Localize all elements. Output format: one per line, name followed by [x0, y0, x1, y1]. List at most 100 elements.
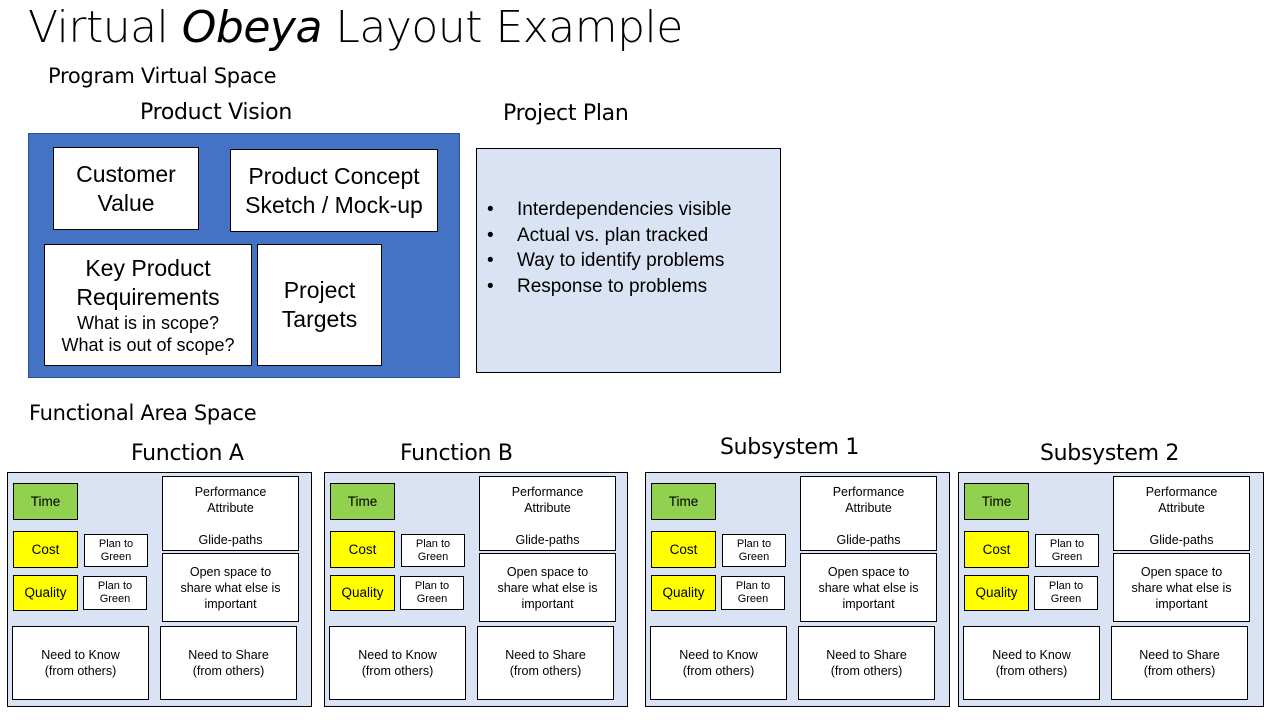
- time-status: Time: [330, 483, 395, 520]
- box-line: Green: [417, 550, 449, 563]
- performance-box: Performance Attribute Glide-paths: [800, 476, 937, 551]
- box-line: Need to Know: [41, 648, 120, 662]
- panel-title: Function B: [400, 441, 513, 466]
- cost-plan-to-green: Plan to Green: [722, 534, 786, 567]
- box-line: Performance: [194, 485, 267, 499]
- project-plan-board: • Interdependencies visible • Actual vs. p…: [476, 148, 781, 373]
- box-line: important: [842, 596, 895, 611]
- box-line: Attribute: [1158, 501, 1205, 515]
- box-line: Open space to: [1140, 564, 1223, 579]
- status-label: Quality: [662, 585, 705, 600]
- box-line: (from others): [509, 664, 582, 678]
- box-line: Attribute: [207, 501, 254, 515]
- panel-title: Function A: [131, 441, 244, 466]
- box-line: Plan to: [736, 537, 772, 550]
- program-space-label: Program Virtual Space: [48, 64, 277, 88]
- quality-status: Quality: [13, 575, 78, 611]
- cost-status: Cost: [964, 531, 1029, 568]
- status-label: Quality: [24, 585, 67, 600]
- box-line: Performance: [511, 485, 584, 499]
- function-panel-3: Time Cost Plan to Green Quality Plan to …: [645, 472, 950, 707]
- time-status: Time: [13, 483, 78, 520]
- box-line: Open space to: [506, 564, 589, 579]
- box-line: Customer: [76, 160, 176, 187]
- box-line: Plan to: [1049, 537, 1085, 550]
- box-line: important: [204, 596, 257, 611]
- quality-plan-to-green: Plan to Green: [1034, 576, 1098, 610]
- panel-title: Subsystem 2: [1040, 441, 1180, 466]
- box-line: Glide-paths: [836, 533, 901, 547]
- open-space-box: Open space to share what else is importa…: [479, 553, 616, 622]
- box-line: Plan to: [735, 580, 771, 592]
- box-line: (from others): [682, 664, 755, 678]
- box-line: Need to Share: [1139, 648, 1220, 662]
- need-to-share-box: Need to Share (from others): [160, 626, 297, 700]
- box-line: Green: [1051, 550, 1083, 563]
- time-status: Time: [651, 483, 716, 520]
- list-item-text: Interdependencies visible: [517, 199, 732, 220]
- need-to-know-box: Need to Know (from others): [12, 626, 149, 700]
- box-line: Plan to: [415, 537, 451, 550]
- project-plan-label: Project Plan: [503, 101, 629, 126]
- box-line: Project: [283, 277, 356, 303]
- time-status: Time: [964, 483, 1029, 520]
- need-to-know-box: Need to Know (from others): [963, 626, 1100, 700]
- open-space-box: Open space to share what else is importa…: [1113, 553, 1250, 622]
- open-space-box: Open space to share what else is importa…: [162, 553, 299, 622]
- bullet-icon: •: [487, 224, 494, 246]
- project-targets-box: Project Targets: [257, 244, 382, 366]
- quality-status: Quality: [964, 575, 1029, 611]
- page-title: Virtual Obeya Layout Example: [28, 2, 683, 53]
- quality-status: Quality: [651, 575, 716, 611]
- bullet-icon: •: [487, 250, 494, 271]
- box-line: Need to Share: [188, 648, 269, 662]
- box-line: (from others): [1143, 664, 1216, 678]
- box-line: Green: [99, 593, 131, 605]
- box-line: Glide-paths: [515, 533, 580, 547]
- status-label: Time: [981, 493, 1012, 509]
- customer-value-box: Customer Value: [53, 147, 199, 230]
- performance-box: Performance Attribute Glide-paths: [1113, 476, 1250, 551]
- box-line: (from others): [995, 664, 1068, 678]
- list-item: • Response to problems: [487, 274, 731, 300]
- need-to-share-box: Need to Share (from others): [1111, 626, 1248, 700]
- performance-box: Performance Attribute Glide-paths: [479, 476, 616, 551]
- box-line: Attribute: [845, 501, 892, 515]
- list-item: • Interdependencies visible: [487, 197, 731, 223]
- status-label: Quality: [341, 585, 384, 600]
- box-line: Sketch / Mock-up: [245, 191, 423, 218]
- box-line: Need to Know: [679, 648, 758, 662]
- box-line: Green: [416, 593, 448, 605]
- box-subline: What is out of scope?: [61, 335, 235, 355]
- box-subline: What is in scope?: [76, 313, 220, 333]
- cost-status: Cost: [651, 531, 716, 568]
- status-label: Quality: [975, 585, 1018, 600]
- function-panel-2: Time Cost Plan to Green Quality Plan to …: [324, 472, 628, 707]
- box-line: share what else is: [180, 580, 281, 595]
- box-line: share what else is: [1131, 580, 1232, 595]
- box-line: (from others): [44, 664, 117, 678]
- cost-plan-to-green: Plan to Green: [84, 534, 148, 567]
- need-to-share-box: Need to Share (from others): [477, 626, 614, 700]
- functional-space-label: Functional Area Space: [29, 401, 257, 425]
- need-to-share-box: Need to Share (from others): [798, 626, 935, 700]
- status-label: Cost: [669, 541, 698, 557]
- key-requirements-box: Key Product Requirements What is in scop…: [44, 244, 252, 366]
- box-line: (from others): [830, 664, 903, 678]
- box-line: important: [521, 596, 574, 611]
- open-space-box: Open space to share what else is importa…: [800, 553, 937, 622]
- box-line: Requirements: [76, 284, 220, 310]
- need-to-know-box: Need to Know (from others): [650, 626, 787, 700]
- box-line: Open space to: [189, 564, 272, 579]
- box-line: Green: [737, 593, 769, 605]
- box-line: Glide-paths: [198, 533, 263, 547]
- status-label: Cost: [31, 541, 60, 557]
- bullet-icon: •: [487, 199, 494, 220]
- box-line: (from others): [361, 664, 434, 678]
- list-item-text: Way to identify problems: [517, 250, 725, 271]
- box-line: share what else is: [818, 580, 919, 595]
- box-line: Attribute: [524, 501, 571, 515]
- box-line: Plan to: [98, 537, 134, 550]
- box-line: (from others): [192, 664, 265, 678]
- list-item-text: Response to problems: [517, 275, 708, 297]
